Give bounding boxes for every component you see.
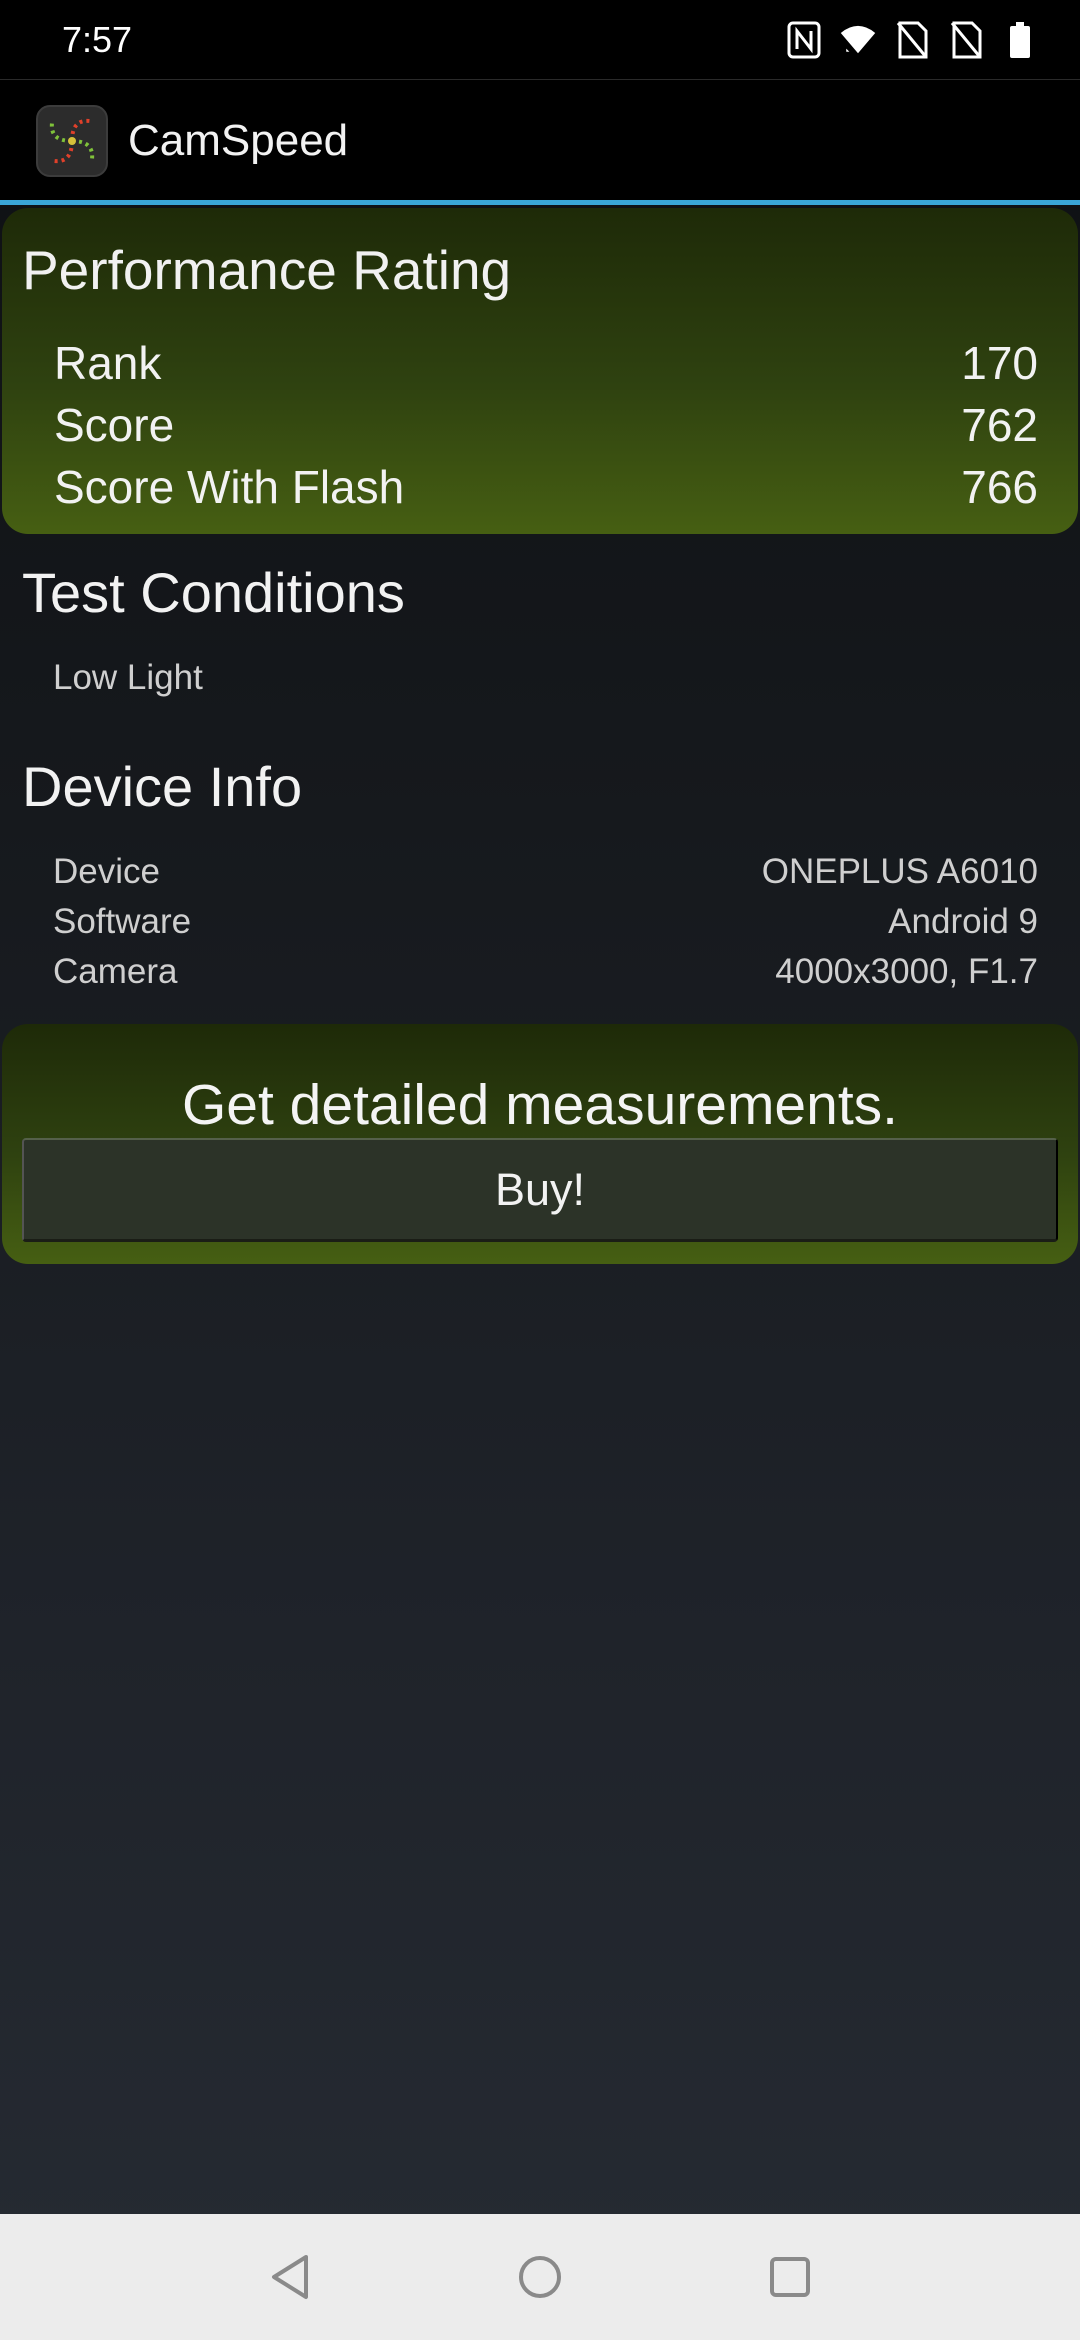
recents-icon[interactable] bbox=[760, 2247, 820, 2307]
status-bar: 7:57 bbox=[0, 0, 1080, 80]
promo-title: Get detailed measurements. bbox=[181, 1073, 899, 1137]
wifi-icon bbox=[840, 20, 876, 60]
software-value: Android 9 bbox=[888, 902, 1038, 941]
rank-row: Rank 170 bbox=[54, 336, 1038, 390]
screen: 7:57 CamSpeed Performance Rating Rank 17… bbox=[0, 0, 1080, 2340]
app-logo-icon bbox=[36, 105, 108, 177]
rank-label: Rank bbox=[54, 337, 162, 389]
no-sim-icon bbox=[948, 20, 984, 60]
app-bar-divider bbox=[0, 200, 1080, 205]
software-label: Software bbox=[53, 902, 192, 941]
score-flash-label: Score With Flash bbox=[54, 461, 405, 513]
score-label: Score bbox=[54, 399, 175, 451]
battery-icon bbox=[1002, 20, 1038, 60]
no-sim-icon bbox=[894, 20, 930, 60]
score-row: Score 762 bbox=[54, 398, 1038, 452]
navigation-bar bbox=[0, 2214, 1080, 2340]
test-conditions-value-row: Low Light bbox=[53, 658, 1038, 698]
software-row: Software Android 9 bbox=[53, 902, 1038, 942]
performance-card: Performance Rating Rank 170 Score 762 Sc… bbox=[2, 208, 1078, 534]
nfc-icon bbox=[786, 20, 822, 60]
app-title: CamSpeed bbox=[128, 116, 349, 165]
status-icons bbox=[786, 20, 1038, 60]
camera-label: Camera bbox=[53, 952, 178, 991]
device-info-title: Device Info bbox=[22, 755, 303, 818]
promo-card: Get detailed measurements. Buy! bbox=[2, 1024, 1078, 1264]
device-label: Device bbox=[53, 852, 160, 891]
score-flash-value: 766 bbox=[961, 461, 1038, 513]
device-value: ONEPLUS A6010 bbox=[761, 852, 1038, 891]
score-value: 762 bbox=[961, 399, 1038, 451]
rank-value: 170 bbox=[961, 337, 1038, 389]
test-conditions-title: Test Conditions bbox=[22, 561, 405, 624]
camera-value: 4000x3000, F1.7 bbox=[775, 952, 1038, 991]
performance-title: Performance Rating bbox=[22, 239, 512, 301]
buy-button[interactable]: Buy! bbox=[22, 1138, 1058, 1242]
app-bar: CamSpeed bbox=[0, 80, 1080, 202]
device-row: Device ONEPLUS A6010 bbox=[53, 852, 1038, 892]
home-icon[interactable] bbox=[510, 2247, 570, 2307]
back-icon[interactable] bbox=[260, 2247, 320, 2307]
status-time: 7:57 bbox=[62, 18, 133, 60]
score-flash-row: Score With Flash 766 bbox=[54, 460, 1038, 514]
camera-row: Camera 4000x3000, F1.7 bbox=[53, 952, 1038, 992]
test-conditions-value: Low Light bbox=[53, 658, 203, 697]
